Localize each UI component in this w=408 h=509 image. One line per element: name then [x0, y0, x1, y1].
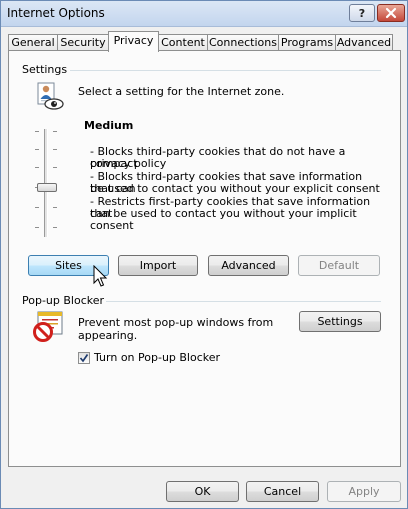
close-icon	[385, 7, 397, 19]
slider-tick	[53, 207, 57, 208]
popup-description-line1: Prevent most pop-up windows from	[78, 316, 274, 329]
tab-label: General	[11, 36, 55, 49]
settings-instruction: Select a setting for the Internet zone.	[78, 85, 285, 98]
tab-strip: General Security Privacy Content Connect…	[8, 31, 400, 52]
mouse-pointer-icon	[93, 264, 109, 289]
slider-tick	[35, 207, 39, 208]
help-label: ?	[358, 6, 366, 20]
slider-tick	[35, 167, 39, 168]
slider-tick	[53, 167, 57, 168]
tab-label: Privacy	[113, 34, 154, 47]
slider-tick	[35, 131, 39, 132]
import-button[interactable]: Import	[118, 255, 198, 276]
slider-tick	[53, 227, 57, 228]
settings-divider	[70, 70, 381, 71]
window-title: Internet Options	[7, 6, 105, 20]
tab-label: Programs	[280, 36, 334, 49]
close-button[interactable]	[377, 4, 405, 22]
tab-label: Security	[60, 36, 106, 49]
tab-programs[interactable]: Programs	[278, 34, 336, 51]
advanced-button[interactable]: Advanced	[208, 255, 289, 276]
tab-general[interactable]: General	[8, 34, 58, 51]
checkmark-icon	[79, 354, 89, 363]
level-description-line: privacy policy	[90, 157, 167, 170]
apply-button[interactable]: Apply	[327, 481, 401, 502]
privacy-level-name: Medium	[84, 119, 134, 132]
tab-label: Advanced	[336, 36, 392, 49]
popup-blocker-divider	[106, 301, 381, 302]
cancel-button[interactable]: Cancel	[246, 481, 319, 502]
slider-thumb[interactable]	[37, 183, 57, 192]
title-bar[interactable]: Internet Options ?	[1, 1, 407, 27]
default-button[interactable]: Default	[298, 255, 380, 276]
popup-blocker-group-label: Pop-up Blocker	[22, 294, 105, 307]
tab-privacy[interactable]: Privacy	[108, 31, 159, 52]
slider-tick	[53, 131, 57, 132]
level-description-line: can be used to contact you without your …	[90, 207, 357, 232]
tab-label: Connections	[209, 36, 277, 49]
popup-blocker-checkbox[interactable]	[78, 352, 90, 364]
ok-button[interactable]: OK	[166, 481, 239, 502]
popup-blocked-icon	[32, 311, 66, 343]
level-description-line: be used to contact you without your expl…	[90, 182, 380, 195]
tab-connections[interactable]: Connections	[207, 34, 279, 51]
internet-options-window: Internet Options ? General Security Priv…	[0, 0, 408, 509]
popup-description-line2: appearing.	[78, 329, 138, 342]
popup-blocker-checkbox-label[interactable]: Turn on Pop-up Blocker	[94, 351, 220, 364]
tab-content[interactable]: Content	[158, 34, 208, 51]
slider-tick	[35, 149, 39, 150]
settings-group-label: Settings	[22, 63, 68, 76]
popup-settings-button[interactable]: Settings	[299, 311, 381, 332]
slider-tick	[53, 149, 57, 150]
slider-tick	[35, 227, 39, 228]
help-button[interactable]: ?	[349, 4, 375, 22]
person-eye-icon	[35, 82, 65, 112]
tab-label: Content	[161, 36, 205, 49]
tab-security[interactable]: Security	[57, 34, 109, 51]
tab-advanced[interactable]: Advanced	[335, 34, 393, 51]
